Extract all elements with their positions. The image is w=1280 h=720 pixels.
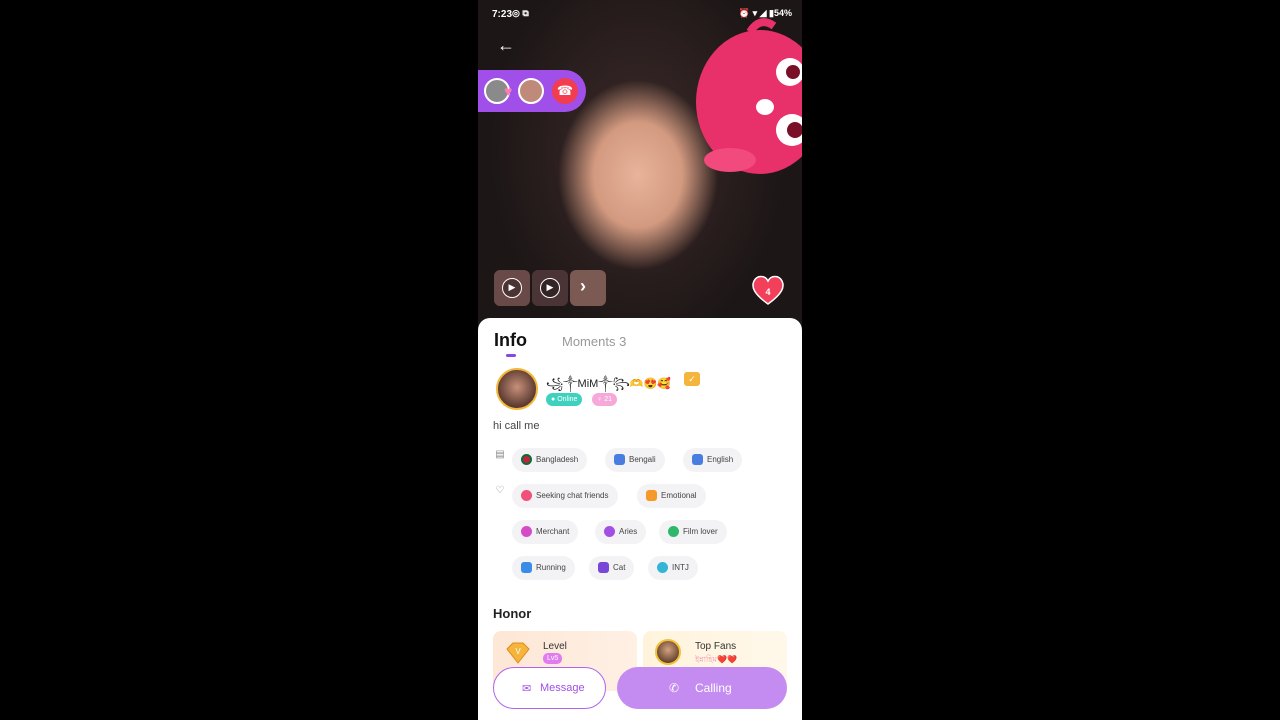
profile-photo: 7:23 ◎ ⧉ ⏰ ▾ ◢ ▮54% ← ♥ ☎ ▶ ▶ › 4 [478, 0, 802, 330]
heart-outline-icon: ♡ [495, 485, 505, 496]
honor-title: Honor [493, 606, 532, 621]
svg-text:V: V [515, 647, 521, 656]
tag-chip: Film lover [659, 520, 727, 544]
language-icon [614, 454, 625, 465]
top-fan-avatar [655, 639, 681, 665]
bio: hi call me [493, 420, 540, 432]
chevron-right-icon: › [580, 276, 586, 296]
mail-icon: ✉ [522, 683, 532, 695]
info-panel: Info Moments 3 ꧁༒MiM༒꧂🫶😍🥰 ✓ ● Online ♀ 2… [478, 318, 802, 720]
video-thumbnail[interactable]: ▶ [532, 270, 568, 306]
phone-hangup-icon[interactable]: ☎ [552, 78, 578, 104]
like-button[interactable]: 4 [750, 274, 786, 306]
aries-icon [604, 526, 615, 537]
tag-chip: INTJ [648, 556, 698, 580]
tag-chip: English [683, 448, 743, 472]
calling-button[interactable]: ✆ Calling [617, 667, 787, 709]
level-label: Level [543, 641, 567, 652]
top-fan-name: ইন্নাহিম❤️❤️ [695, 655, 737, 664]
tag-label: Emotional [661, 491, 697, 500]
level-crown-icon: V [506, 642, 530, 664]
lightbulb-icon [657, 562, 668, 573]
phone-icon: ✆ [669, 681, 680, 695]
heart-icon [521, 490, 532, 501]
heart-icon: ♥ [504, 83, 513, 99]
play-icon: ▶ [540, 278, 560, 298]
tag-chip: Seeking chat friends [512, 484, 618, 508]
tag-label: Merchant [536, 527, 570, 536]
active-tab-indicator [506, 354, 516, 357]
status-badge: ● Online [546, 393, 583, 406]
tag-label: INTJ [672, 563, 689, 572]
call-status-pill[interactable]: ♥ ☎ [478, 70, 586, 112]
status-time: 7:23 [492, 9, 513, 20]
tag-label: Seeking chat friends [536, 491, 609, 500]
tag-label: Running [536, 563, 566, 572]
calling-label: Calling [695, 681, 732, 695]
tag-label: Bangladesh [536, 455, 579, 464]
avatar[interactable] [496, 368, 538, 410]
tab-info[interactable]: Info [494, 330, 527, 351]
status-left-icons: ◎ ⧉ [512, 8, 529, 18]
play-icon: ▶ [502, 278, 522, 298]
status-text: Online [557, 396, 578, 403]
document-icon: ▤ [495, 449, 505, 460]
verified-badge-icon: ✓ [684, 372, 700, 386]
tag-chip: Bengali [605, 448, 665, 472]
tag-chip: Bangladesh [512, 448, 588, 472]
cat-icon [598, 562, 609, 573]
profile-screen: 7:23 ◎ ⧉ ⏰ ▾ ◢ ▮54% ← ♥ ☎ ▶ ▶ › 4 Info M… [478, 0, 802, 720]
tab-moments[interactable]: Moments 3 [562, 334, 626, 349]
age-badge: ♀ 21 [592, 393, 617, 406]
language-icon [692, 454, 703, 465]
flag-icon [521, 454, 532, 465]
like-count: 4 [765, 287, 771, 297]
tag-label: Aries [619, 527, 638, 536]
age-text: 21 [604, 396, 612, 403]
media-thumbnails: ▶ ▶ › [494, 270, 606, 306]
emotional-icon [646, 490, 657, 501]
tag-label: Bengali [629, 455, 656, 464]
tag-chip: Running [512, 556, 575, 580]
back-arrow-icon[interactable]: ← [492, 34, 520, 56]
tag-label: Film lover [683, 527, 718, 536]
merchant-icon [521, 526, 532, 537]
tag-label: Cat [613, 563, 626, 572]
partner-avatar [518, 78, 544, 104]
tag-chip: Aries [595, 520, 647, 544]
level-value: Lv5 [543, 653, 563, 664]
message-label: Message [540, 682, 585, 694]
tag-chip: Merchant [512, 520, 579, 544]
tag-label: English [707, 455, 734, 464]
video-thumbnail[interactable]: ▶ [494, 270, 530, 306]
more-media-button[interactable]: › [570, 270, 606, 306]
tag-chip: Cat [589, 556, 635, 580]
star-icon [668, 526, 679, 537]
running-icon [521, 562, 532, 573]
tag-chip: Emotional [637, 484, 706, 508]
message-button[interactable]: ✉ Message [493, 667, 606, 709]
pink-monster-sticker[interactable] [690, 12, 802, 182]
top-fans-label: Top Fans [695, 641, 737, 652]
